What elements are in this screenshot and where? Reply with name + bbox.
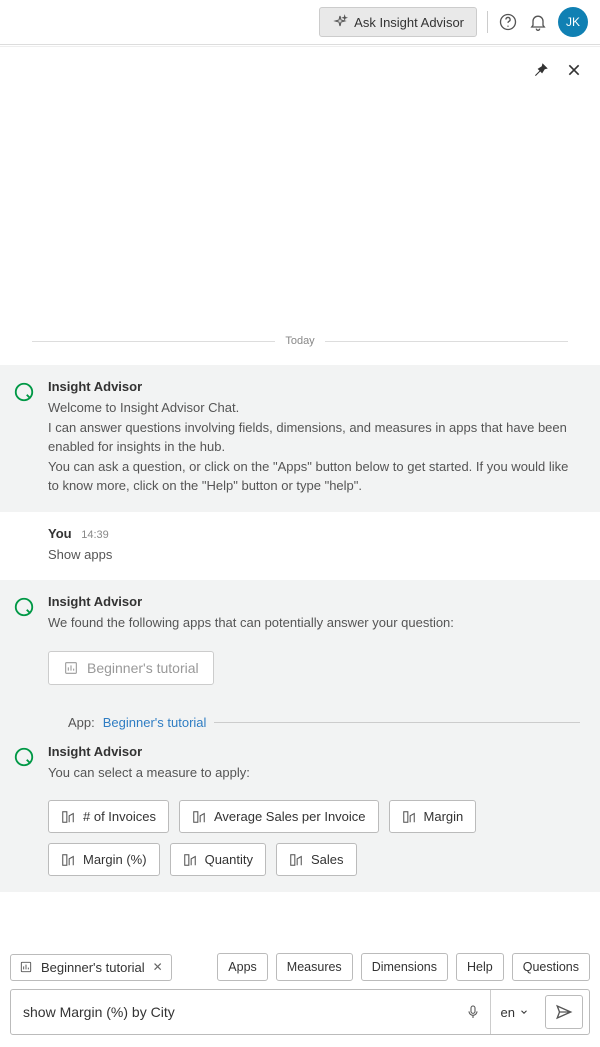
measure-chip-margin[interactable]: Margin	[389, 800, 477, 833]
date-divider: Today	[0, 335, 600, 347]
chat-input[interactable]	[11, 1004, 456, 1020]
app-chip-beginners-tutorial[interactable]: Beginner's tutorial	[48, 651, 214, 685]
quick-btn-measures[interactable]: Measures	[276, 953, 353, 981]
quick-btn-dimensions[interactable]: Dimensions	[361, 953, 448, 981]
ask-insight-advisor-button[interactable]: Ask Insight Advisor	[319, 7, 477, 37]
quick-btn-help[interactable]: Help	[456, 953, 504, 981]
message-text: Show apps	[48, 545, 582, 565]
date-divider-label: Today	[285, 335, 314, 347]
advisor-avatar-icon	[12, 744, 36, 877]
insight-panel: Today Insight Advisor Welcome to Insight…	[0, 46, 600, 1047]
message-text: We found the following apps that can pot…	[48, 613, 582, 633]
send-button[interactable]	[545, 995, 583, 1029]
message-sender: Insight Advisor	[48, 744, 582, 759]
measure-chip-sales[interactable]: Sales	[276, 843, 357, 876]
measure-chip-margin-pct[interactable]: Margin (%)	[48, 843, 160, 876]
context-pill[interactable]: Beginner's tutorial ✕	[10, 954, 172, 981]
measure-icon	[183, 853, 197, 867]
app-icon	[63, 660, 79, 676]
message-sender: You 14:39	[48, 526, 582, 541]
message-sender: Insight Advisor	[48, 379, 582, 394]
context-app-row: App: Beginner's tutorial	[12, 715, 590, 730]
topbar: Ask Insight Advisor JK	[0, 0, 600, 45]
chat-scroll[interactable]: Today Insight Advisor Welcome to Insight…	[0, 87, 600, 947]
message-time: 14:39	[81, 529, 109, 541]
sparkle-icon	[332, 14, 348, 30]
chat-input-row: en	[10, 989, 590, 1035]
advisor-message: Insight Advisor Welcome to Insight Advis…	[0, 365, 600, 512]
language-label: en	[501, 1005, 515, 1020]
message-text: You can select a measure to apply:	[48, 763, 582, 783]
pin-icon[interactable]	[532, 61, 550, 79]
message-sender: Insight Advisor	[48, 594, 582, 609]
quick-btn-apps[interactable]: Apps	[217, 953, 268, 981]
microphone-icon[interactable]	[456, 1003, 490, 1021]
quick-buttons: Apps Measures Dimensions Help Questions	[217, 953, 590, 981]
measure-icon	[402, 810, 416, 824]
chevron-down-icon	[519, 1007, 529, 1017]
avatar-initials: JK	[566, 15, 580, 29]
measure-icon	[61, 810, 75, 824]
footer: Beginner's tutorial ✕ Apps Measures Dime…	[0, 947, 600, 1047]
quick-btn-questions[interactable]: Questions	[512, 953, 590, 981]
measure-icon	[289, 853, 303, 867]
close-icon[interactable]: ✕	[153, 960, 163, 974]
bell-icon[interactable]	[528, 12, 548, 32]
advisor-message: Insight Advisor We found the following a…	[0, 580, 600, 892]
measure-icon	[61, 853, 75, 867]
context-app-link[interactable]: Beginner's tutorial	[103, 715, 207, 730]
message-text: Welcome to Insight Advisor Chat. I can a…	[48, 398, 582, 496]
app-icon	[19, 960, 33, 974]
measure-chip-quantity[interactable]: Quantity	[170, 843, 266, 876]
panel-header	[0, 47, 600, 87]
context-pill-label: Beginner's tutorial	[41, 960, 145, 975]
user-message: You 14:39 Show apps	[0, 512, 600, 581]
context-label: App:	[68, 715, 95, 730]
topbar-separator	[487, 11, 488, 33]
measure-chip-invoices[interactable]: # of Invoices	[48, 800, 169, 833]
measure-icon	[192, 810, 206, 824]
avatar[interactable]: JK	[558, 7, 588, 37]
measure-chip-avg-sales[interactable]: Average Sales per Invoice	[179, 800, 379, 833]
language-selector[interactable]: en	[490, 990, 539, 1034]
measure-chip-list: # of Invoices Average Sales per Invoice …	[48, 800, 582, 876]
advisor-avatar-icon	[12, 379, 36, 496]
advisor-avatar-icon	[12, 594, 36, 685]
ask-insight-advisor-label: Ask Insight Advisor	[354, 15, 464, 30]
close-icon[interactable]	[566, 62, 582, 78]
app-chip-label: Beginner's tutorial	[87, 660, 199, 676]
help-icon[interactable]	[498, 12, 518, 32]
